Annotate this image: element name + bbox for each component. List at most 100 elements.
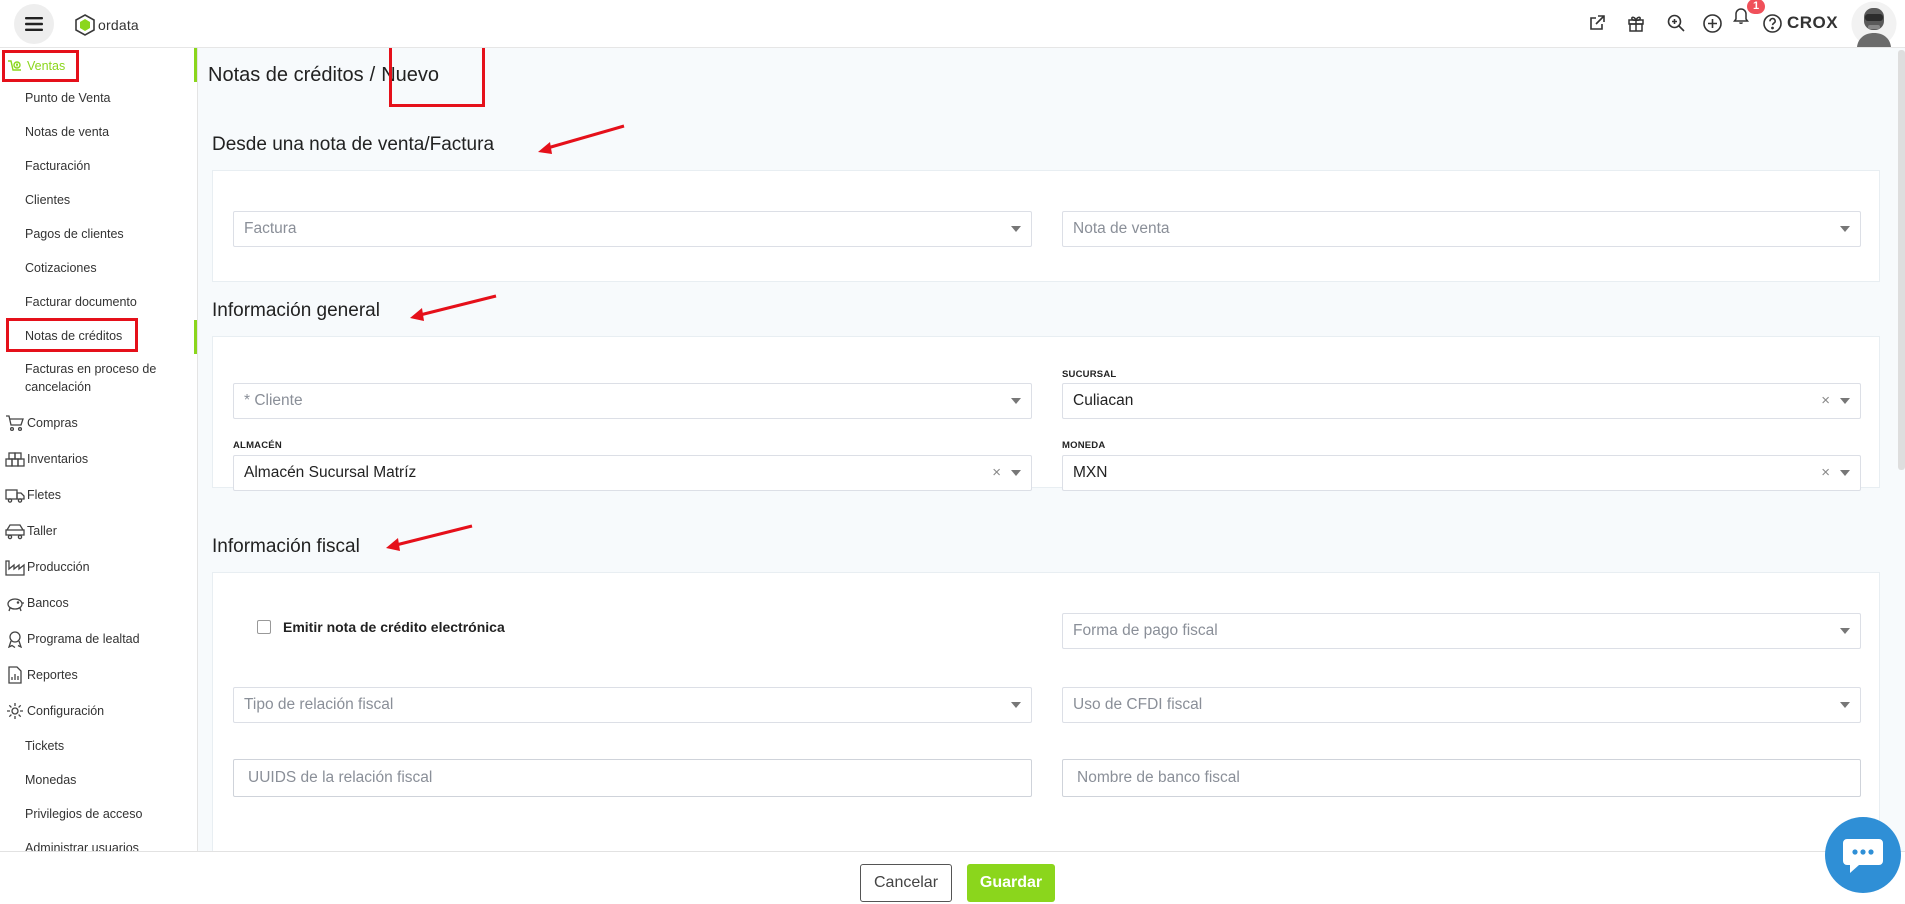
- chevron-down-icon: [1840, 470, 1850, 476]
- almacen-label: ALMACÉN: [233, 440, 282, 451]
- chevron-down-icon: [1011, 702, 1021, 708]
- sidebar-item-facturas-cancelacion[interactable]: Facturas en proceso de cancelación: [0, 360, 197, 400]
- clear-icon[interactable]: ×: [1821, 464, 1830, 481]
- sidebar-item-administrar-usuarios[interactable]: Administrar usuarios: [0, 838, 197, 851]
- sidebar-item-configuracion[interactable]: Configuración: [0, 699, 197, 723]
- sidebar-item-label: Producción: [27, 560, 90, 574]
- user-avatar[interactable]: [1851, 1, 1897, 47]
- emitir-checkbox[interactable]: [257, 620, 271, 634]
- sidebar-item-label-line2: cancelación: [25, 380, 92, 394]
- chevron-down-icon: [1840, 702, 1850, 708]
- chevron-down-icon: [1011, 226, 1021, 232]
- logo-text: ordata: [98, 17, 139, 33]
- sucursal-value: Culiacan: [1073, 392, 1134, 409]
- breadcrumb-separator: /: [369, 64, 376, 86]
- sidebar-item-label: Facturar documento: [25, 295, 137, 309]
- app-logo[interactable]: ordata: [74, 14, 139, 36]
- sidebar-item-taller[interactable]: Taller: [0, 519, 197, 543]
- sidebar-item-compras[interactable]: Compras: [0, 411, 197, 435]
- gear-icon: [7, 703, 23, 719]
- vertical-scrollbar[interactable]: [1898, 50, 1905, 470]
- cliente-select[interactable]: * Cliente: [233, 383, 1032, 419]
- report-icon: [8, 666, 22, 684]
- main-content: Notas de créditos / Nuevo Desde una nota d…: [198, 48, 1905, 851]
- help-icon[interactable]: [1761, 12, 1783, 34]
- gift-icon[interactable]: [1625, 12, 1647, 34]
- sidebar-item-clientes[interactable]: Clientes: [0, 190, 197, 210]
- cart-icon: [6, 415, 24, 432]
- factura-select[interactable]: Factura: [233, 211, 1032, 247]
- emitir-checkbox-row[interactable]: Emitir nota de crédito electrónica: [257, 619, 505, 635]
- cliente-placeholder: * Cliente: [244, 392, 303, 409]
- sidebar-item-tickets[interactable]: Tickets: [0, 736, 197, 756]
- chat-button[interactable]: [1825, 817, 1901, 893]
- cancel-button[interactable]: Cancelar: [860, 864, 952, 902]
- sidebar-item-facturar-documento[interactable]: Facturar documento: [0, 292, 197, 312]
- tipo-relacion-select[interactable]: Tipo de relación fiscal: [233, 687, 1032, 723]
- uso-cfdi-select[interactable]: Uso de CFDI fiscal: [1062, 687, 1861, 723]
- piggy-bank-icon: [7, 598, 24, 612]
- breadcrumb-parent[interactable]: Notas de créditos: [208, 64, 364, 86]
- footer-bar: Cancelar Guardar: [0, 851, 1905, 904]
- sidebar-item-label: Taller: [27, 524, 57, 538]
- sidebar-item-monedas[interactable]: Monedas: [0, 770, 197, 790]
- factory-icon: [5, 560, 25, 576]
- plus-circle-icon[interactable]: [1701, 12, 1723, 34]
- external-link-icon[interactable]: [1586, 12, 1608, 34]
- sidebar-item-label: Clientes: [25, 193, 71, 207]
- sidebar-item-pagos-de-clientes[interactable]: Pagos de clientes: [0, 224, 197, 244]
- sidebar-item-programa-de-lealtad[interactable]: Programa de lealtad: [0, 627, 197, 651]
- sidebar-item-label: Punto de Venta: [25, 91, 111, 105]
- sidebar-item-label: Administrar usuarios: [25, 841, 139, 851]
- sidebar-item-label: Bancos: [27, 596, 69, 610]
- nota-de-venta-select[interactable]: Nota de venta: [1062, 211, 1861, 247]
- forma-pago-placeholder: Forma de pago fiscal: [1073, 622, 1218, 639]
- sucursal-select[interactable]: Culiacan ×: [1062, 383, 1861, 419]
- sidebar-item-label: Facturas en proceso de: [25, 362, 157, 376]
- banco-input[interactable]: [1062, 759, 1861, 797]
- uso-cfdi-placeholder: Uso de CFDI fiscal: [1073, 696, 1203, 713]
- almacen-select[interactable]: Almacén Sucursal Matríz ×: [233, 455, 1032, 491]
- sidebar-item-label: Facturación: [25, 159, 91, 173]
- clear-icon[interactable]: ×: [992, 464, 1001, 481]
- sidebar-item-notas-de-venta[interactable]: Notas de venta: [0, 122, 197, 142]
- forma-de-pago-select[interactable]: Forma de pago fiscal: [1062, 613, 1861, 649]
- sidebar-item-label: Programa de lealtad: [27, 632, 140, 646]
- moneda-select[interactable]: MXN ×: [1062, 455, 1861, 491]
- uuids-input[interactable]: [233, 759, 1032, 797]
- sidebar: Ventas Punto de Venta Notas de venta Fac…: [0, 48, 198, 851]
- sidebar-item-cotizaciones[interactable]: Cotizaciones: [0, 258, 197, 278]
- truck-icon: [5, 489, 25, 503]
- sidebar-item-label: Fletes: [27, 488, 62, 502]
- section-title-fiscal: Información fiscal: [212, 536, 360, 557]
- almacen-value: Almacén Sucursal Matríz: [244, 464, 417, 481]
- brand-name: CROX: [1787, 13, 1839, 32]
- red-arrow-annotation: [538, 124, 625, 154]
- sidebar-item-label: Notas de venta: [25, 125, 110, 139]
- menu-toggle-button[interactable]: [14, 4, 54, 44]
- sidebar-item-label: Cotizaciones: [25, 261, 97, 275]
- sidebar-item-label: Tickets: [25, 739, 65, 753]
- chevron-down-icon: [1840, 628, 1850, 634]
- sidebar-item-label: Pagos de clientes: [25, 227, 124, 241]
- clear-icon[interactable]: ×: [1821, 392, 1830, 409]
- sidebar-item-privilegios-de-acceso[interactable]: Privilegios de acceso: [0, 804, 197, 824]
- sidebar-item-fletes[interactable]: Fletes: [0, 483, 197, 507]
- section-title-general: Información general: [212, 300, 380, 321]
- sidebar-item-reportes[interactable]: Reportes: [0, 663, 197, 687]
- zoom-search-icon[interactable]: [1665, 12, 1687, 34]
- sidebar-item-inventarios[interactable]: Inventarios: [0, 447, 197, 471]
- sidebar-item-bancos[interactable]: Bancos: [0, 591, 197, 615]
- sidebar-item-facturacion[interactable]: Facturación: [0, 156, 197, 176]
- sidebar-item-produccion[interactable]: Producción: [0, 555, 197, 579]
- save-button[interactable]: Guardar: [967, 864, 1055, 902]
- panel-general: * Cliente SUCURSAL Culiacan × ALMACÉN Al…: [212, 336, 1880, 491]
- loyalty-icon: [7, 631, 23, 648]
- section-title-from-document: Desde una nota de venta/Factura: [212, 134, 495, 155]
- moneda-label: MONEDA: [1062, 440, 1106, 451]
- highlight-box: [389, 48, 485, 107]
- sidebar-item-punto-de-venta[interactable]: Punto de Venta: [0, 88, 197, 108]
- chevron-down-icon: [1840, 226, 1850, 232]
- chevron-down-icon: [1011, 398, 1021, 404]
- chevron-down-icon: [1011, 470, 1021, 476]
